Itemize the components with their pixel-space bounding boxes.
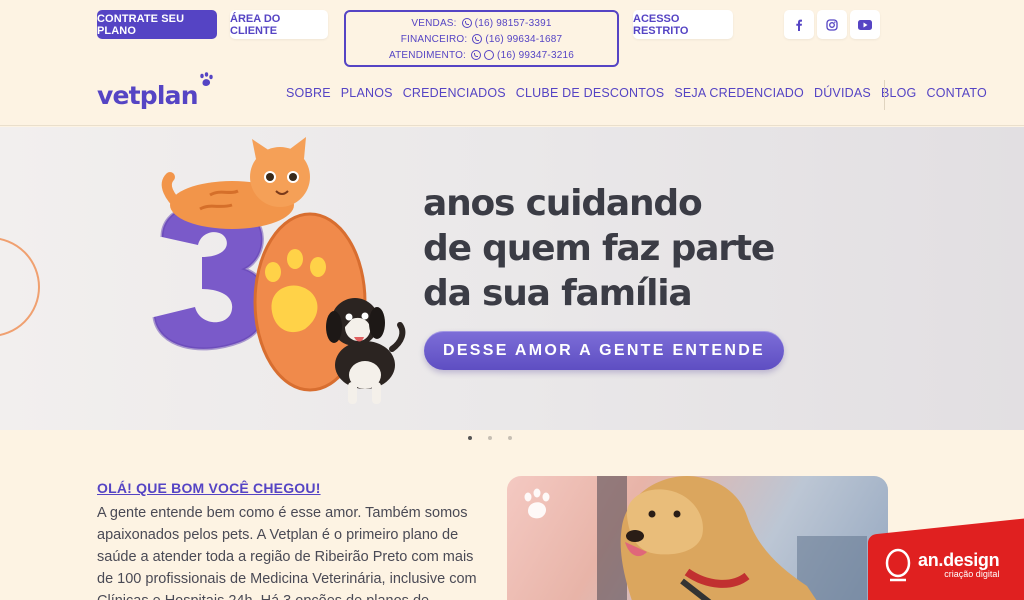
- youtube-button[interactable]: [850, 10, 880, 39]
- carousel-dot[interactable]: [508, 436, 512, 440]
- hero-illustration: [152, 137, 406, 404]
- agency-logo-icon: [885, 548, 911, 582]
- agency-tagline: criação digital: [944, 568, 1000, 579]
- nav-item-credenciados[interactable]: CREDENCIADOS: [403, 86, 506, 100]
- contact-sales[interactable]: VENDAS: (16) 98157-3391: [346, 15, 617, 31]
- intro-text: A gente entende bem como é esse amor. Ta…: [97, 505, 477, 600]
- contact-phone: (16) 98157-3391: [474, 17, 552, 29]
- paw-icon: [524, 488, 550, 519]
- nav-divider: [884, 80, 885, 110]
- contact-finance[interactable]: FINANCEIRO: (16) 99634-1687: [346, 31, 617, 47]
- dog-photo-card: [507, 476, 888, 600]
- hero-title-line: da sua família: [423, 273, 693, 314]
- phone-icon: [484, 50, 495, 60]
- contract-plan-button[interactable]: CONTRATE SEU PLANO: [97, 10, 217, 39]
- instagram-icon: [826, 18, 838, 31]
- nav-item-sobre[interactable]: SOBRE: [286, 86, 331, 100]
- hero-title: anos cuidando de quem faz parte da sua f…: [423, 181, 883, 316]
- whatsapp-icon: [471, 50, 482, 60]
- hero-banner[interactable]: anos cuidando de quem faz parte da sua f…: [0, 127, 1024, 430]
- hero-cta-button[interactable]: DESSE AMOR A GENTE ENTENDE: [424, 331, 784, 370]
- intro-heading: OLÁ! QUE BOM VOCÊ CHEGOU!: [97, 480, 321, 496]
- contact-phone: (16) 99347-3216: [497, 49, 574, 61]
- nav-item-blog[interactable]: BLOG: [881, 86, 917, 100]
- client-area-button[interactable]: ÁREA DO CLIENTE: [230, 10, 328, 39]
- cat-illustration: [161, 137, 310, 229]
- agency-name: an.design: [918, 549, 1000, 570]
- decorative-arc: [0, 237, 40, 337]
- restricted-access-button[interactable]: ACESSO RESTRITO: [633, 10, 733, 39]
- contact-phone: (16) 99634-1687: [485, 33, 563, 45]
- nav-item-contato[interactable]: CONTATO: [926, 86, 986, 100]
- agency-badge[interactable]: an.design criação digital: [884, 548, 1000, 582]
- hero-title-line: de quem faz parte: [423, 228, 775, 269]
- contact-label: ATENDIMENTO:: [389, 49, 467, 61]
- main-nav: SOBRE PLANOS CREDENCIADOS CLUBE DE DESCO…: [286, 86, 987, 100]
- nav-item-planos[interactable]: PLANOS: [341, 86, 393, 100]
- contact-label: FINANCEIRO:: [400, 33, 468, 45]
- instagram-button[interactable]: [817, 10, 847, 39]
- golden-retriever-photo: [597, 476, 867, 600]
- facebook-icon: [796, 19, 802, 31]
- vetplan-logo[interactable]: vetplan: [97, 72, 213, 112]
- hero-title-line: anos cuidando: [423, 183, 703, 224]
- youtube-icon: [858, 19, 872, 30]
- whatsapp-icon: [461, 18, 472, 28]
- carousel-dot[interactable]: [468, 436, 472, 440]
- contact-support[interactable]: ATENDIMENTO: (16) 99347-3216: [346, 47, 617, 63]
- contact-box: VENDAS: (16) 98157-3391 FINANCEIRO: (16)…: [344, 10, 619, 67]
- nav-item-clube-descontos[interactable]: CLUBE DE DESCONTOS: [516, 86, 665, 100]
- site-header: CONTRATE SEU PLANO ÁREA DO CLIENTE VENDA…: [0, 0, 1024, 126]
- whatsapp-icon: [472, 34, 483, 44]
- carousel-dots: [468, 436, 512, 440]
- facebook-button[interactable]: [784, 10, 814, 39]
- nav-item-duvidas[interactable]: DÚVIDAS: [814, 86, 871, 100]
- contact-label: VENDAS:: [411, 17, 457, 29]
- nav-item-seja-credenciado[interactable]: SEJA CREDENCIADO: [674, 86, 804, 100]
- paw-icon: [200, 72, 213, 86]
- carousel-dot[interactable]: [488, 436, 492, 440]
- logo-text: vetplan: [97, 81, 199, 110]
